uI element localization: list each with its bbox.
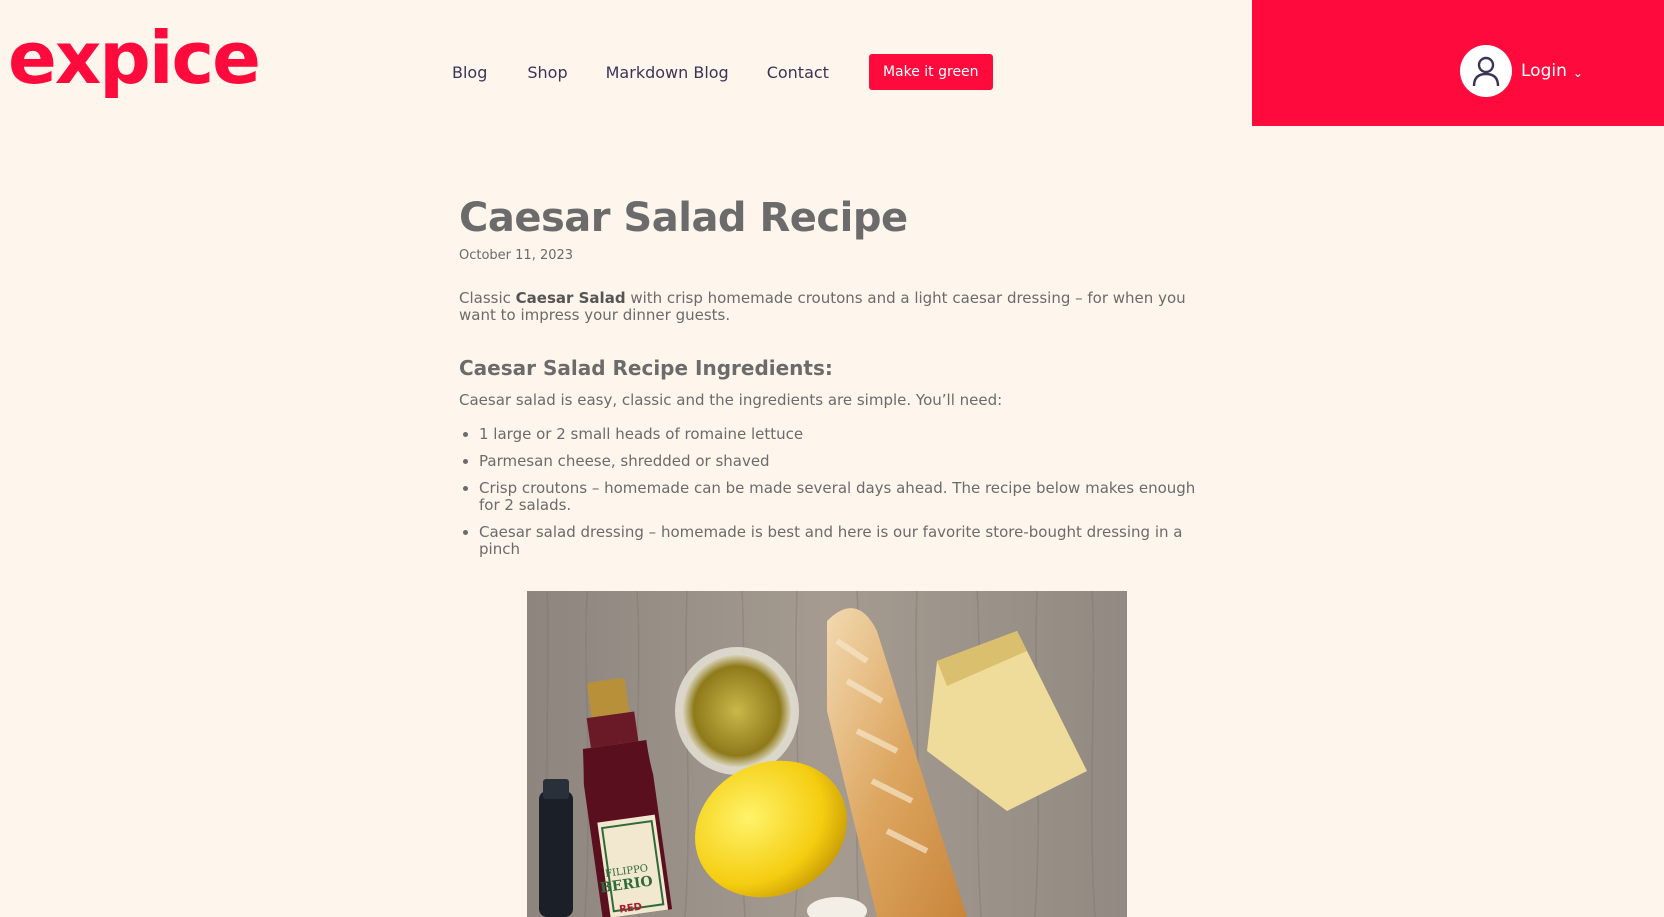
blog-article: Caesar Salad Recipe October 11, 2023 Cla… — [459, 192, 1199, 568]
ingredients-list: 1 large or 2 small heads of romaine lett… — [459, 426, 1199, 558]
article-title: Caesar Salad Recipe — [459, 195, 908, 241]
site-header: expice Blog Shop Markdown Blog Contact M… — [0, 0, 1664, 126]
make-it-green-button[interactable]: Make it green — [868, 54, 993, 90]
nav-link-shop[interactable]: Shop — [527, 63, 567, 82]
nav-link-markdown-blog[interactable]: Markdown Blog — [606, 63, 729, 82]
list-item: Parmesan cheese, shredded or shaved — [479, 453, 1199, 470]
login-panel: Login ⌄ — [1252, 0, 1664, 126]
login-menu[interactable]: Login ⌄ — [1460, 45, 1583, 97]
intro-prefix: Classic — [459, 289, 516, 307]
nav-link-contact[interactable]: Contact — [767, 63, 829, 82]
article-date: October 11, 2023 — [459, 248, 574, 263]
main-nav: Blog Shop Markdown Blog Contact Make it … — [452, 54, 993, 90]
list-item: Caesar salad dressing – homemade is best… — [479, 524, 1199, 558]
user-icon[interactable] — [1460, 45, 1512, 97]
list-item: 1 large or 2 small heads of romaine lett… — [479, 426, 1199, 443]
intro-bold: Caesar Salad — [515, 289, 626, 307]
article-intro: Classic Caesar Salad with crisp homemade… — [459, 290, 1199, 324]
nav-link-blog[interactable]: Blog — [452, 63, 487, 82]
section-heading: Caesar Salad Recipe Ingredients: — [459, 356, 833, 380]
section-text: Caesar salad is easy, classic and the in… — [459, 391, 1003, 409]
login-label[interactable]: Login — [1521, 61, 1567, 81]
chevron-down-icon[interactable]: ⌄ — [1573, 66, 1583, 80]
site-logo[interactable]: expice — [8, 22, 261, 94]
ingredients-photo: FILIPPO BERIO RED — [527, 591, 1127, 917]
list-item: Crisp croutons – homemade can be made se… — [479, 480, 1199, 514]
